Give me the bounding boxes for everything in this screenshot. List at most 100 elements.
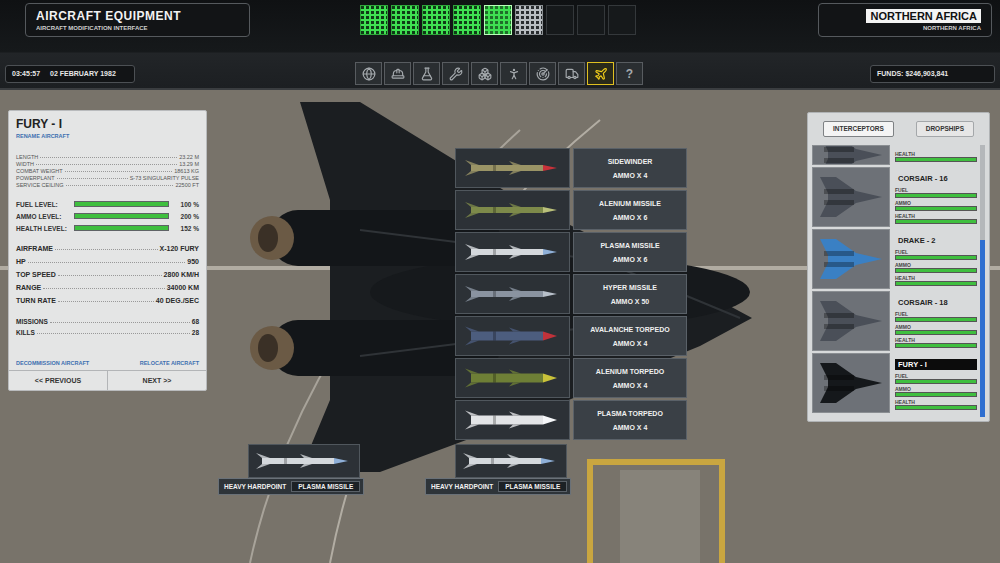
craft-item[interactable]: CORSAIR - 18FUELAMMOHEALTH (812, 291, 977, 351)
level-list: FUEL LEVEL:100 %AMMO LEVEL:200 %HEALTH L… (16, 198, 199, 234)
weapon-name: HYPER MISSILE (603, 284, 657, 291)
weapon-row[interactable]: SIDEWINDERAMMO X 4 (455, 148, 687, 188)
weapon-picture (455, 274, 570, 314)
speed-slot[interactable] (484, 5, 512, 35)
speed-slot[interactable] (391, 5, 419, 35)
weapon-row[interactable]: AVALANCHE TORPEDOAMMO X 4 (455, 316, 687, 356)
stat-row: AIRFRAMEX-120 FURY (16, 239, 199, 252)
toolbar-button[interactable] (587, 62, 614, 85)
hardpoint-weapon: PLASMA MISSILE (498, 481, 567, 492)
speed-slot[interactable] (360, 5, 388, 35)
hardpoint-weapon: PLASMA MISSILE (291, 481, 360, 492)
speed-slot[interactable] (422, 5, 450, 35)
hangar-panel: INTERCEPTORS DROPSHIPS HEALTHCORSAIR - 16F… (807, 112, 990, 422)
record-row: MISSIONS68 (16, 314, 199, 325)
speed-slot[interactable] (546, 5, 574, 35)
aircraft-icon (816, 233, 886, 285)
craft-name: DRAKE - 2 (895, 235, 977, 246)
missile-icon (463, 156, 563, 180)
weapon-label: PLASMA MISSILE AMMO X 6 (573, 232, 687, 272)
aircraft-panel: FURY - IRENAME AIRCRAFTLENGTH23.22 MWIDT… (8, 110, 207, 391)
craft-item[interactable]: DRAKE - 2FUELAMMOHEALTH (812, 229, 977, 289)
toolbar-button[interactable] (442, 62, 469, 85)
aircraft-icon (816, 145, 886, 165)
missile-icon (463, 240, 563, 264)
hardpoint[interactable]: HEAVY HARDPOINTPLASMA MISSILE (425, 444, 807, 495)
weapon-picture (455, 358, 570, 398)
craft-bar: FUEL (895, 311, 977, 324)
toolbar-icon (420, 67, 434, 81)
craft-tab[interactable]: DROPSHIPS (916, 121, 974, 137)
speed-slot[interactable] (577, 5, 605, 35)
header-row: AIRCRAFT EQUIPMENTAIRCRAFT MODIFICATION … (0, 0, 1000, 40)
level-row: AMMO LEVEL:200 % (16, 210, 199, 222)
craft-tab[interactable]: INTERCEPTORS (823, 121, 894, 137)
toolbar-button[interactable] (355, 62, 382, 85)
toolbar-icon (507, 67, 521, 81)
toolbar-button[interactable] (500, 62, 527, 85)
rename-link[interactable]: RENAME AIRCRAFT (16, 133, 199, 139)
weapon-ammo: AMMO X 4 (613, 172, 648, 179)
weapon-ammo: AMMO X 4 (613, 382, 648, 389)
nav-button[interactable]: << PREVIOUS (9, 371, 107, 390)
scroll-thumb[interactable] (980, 240, 985, 417)
torpedo-icon (463, 324, 563, 348)
weapon-name: PLASMA TORPEDO (597, 410, 663, 417)
toolbar-button[interactable]: ? (616, 62, 643, 85)
craft-item[interactable]: HEALTH (812, 145, 977, 165)
loadout-area: SIDEWINDERAMMO X 4ALENIUM MISSILEAMMO X … (207, 110, 807, 563)
weapon-row[interactable]: PLASMA TORPEDOAMMO X 4 (455, 400, 687, 440)
missile-icon (463, 282, 563, 306)
weapon-row[interactable]: HYPER MISSILEAMMO X 50 (455, 274, 687, 314)
craft-bar: AMMO (895, 262, 977, 275)
spec-row: COMBAT WEIGHT18613 KG (16, 167, 199, 174)
weapon-name: AVALANCHE TORPEDO (590, 326, 669, 333)
hardpoint[interactable]: HEAVY HARDPOINTPLASMA MISSILE (218, 444, 425, 495)
toolbar-button[interactable] (384, 62, 411, 85)
toolbar-icon (536, 67, 550, 81)
toolbar-icon (362, 67, 376, 81)
hardpoint-label: HEAVY HARDPOINTPLASMA MISSILE (218, 478, 364, 495)
toolbar-button[interactable] (471, 62, 498, 85)
toolbar-button[interactable] (529, 62, 556, 85)
weapon-row[interactable]: ALENIUM TORPEDOAMMO X 4 (455, 358, 687, 398)
weapon-row[interactable]: PLASMA MISSILE AMMO X 6 (455, 232, 687, 272)
weapon-picture (455, 232, 570, 272)
craft-picture (812, 229, 890, 289)
action-link[interactable]: RELOCATE AIRCRAFT (140, 360, 199, 366)
weapon-name: PLASMA MISSILE (600, 242, 659, 249)
scrollbar[interactable] (980, 145, 985, 417)
stat-row: TURN RATE40 DEG./SEC (16, 291, 199, 304)
toolbar-icon (478, 67, 492, 81)
craft-info: FURY - IFUELAMMOHEALTH (895, 353, 977, 413)
spec-list: LENGTH23.22 MWIDTH13.29 MCOMBAT WEIGHT18… (16, 153, 199, 188)
craft-item[interactable]: FURY - IFUELAMMOHEALTH (812, 353, 977, 413)
toolbar-button[interactable] (558, 62, 585, 85)
speed-slot[interactable] (608, 5, 636, 35)
torpedo-icon (463, 366, 563, 390)
weapon-picture (455, 190, 570, 230)
weapon-row[interactable]: ALENIUM MISSILEAMMO X 6 (455, 190, 687, 230)
hardpoint-picture (248, 444, 360, 478)
weapon-label: ALENIUM TORPEDOAMMO X 4 (573, 358, 687, 398)
missile-icon (461, 449, 561, 473)
craft-picture (812, 145, 890, 165)
aircraft-actions: DECOMMISSION AIRCRAFT RELOCATE AIRCRAFT (16, 358, 199, 366)
level-bar (74, 201, 169, 207)
funds: FUNDS: $246,903,841 (870, 65, 995, 83)
stat-list: AIRFRAMEX-120 FURYHP950TOP SPEED2800 KM/… (16, 239, 199, 304)
speed-slot[interactable] (515, 5, 543, 35)
craft-item[interactable]: CORSAIR - 16FUELAMMOHEALTH (812, 167, 977, 227)
aircraft-equipment-screen: AIRCRAFT EQUIPMENTAIRCRAFT MODIFICATION … (0, 0, 1000, 563)
weapon-list: SIDEWINDERAMMO X 4ALENIUM MISSILEAMMO X … (455, 148, 687, 440)
speed-slot[interactable] (453, 5, 481, 35)
craft-bar: FUEL (895, 373, 977, 386)
nav-button[interactable]: NEXT >> (107, 371, 206, 390)
weapon-ammo: AMMO X 6 (613, 256, 648, 263)
action-link[interactable]: DECOMMISSION AIRCRAFT (16, 360, 89, 366)
aircraft-icon (250, 102, 752, 472)
craft-bar: AMMO (895, 386, 977, 399)
level-row: FUEL LEVEL:100 % (16, 198, 199, 210)
toolbar-button[interactable] (413, 62, 440, 85)
weapon-picture (455, 400, 570, 440)
